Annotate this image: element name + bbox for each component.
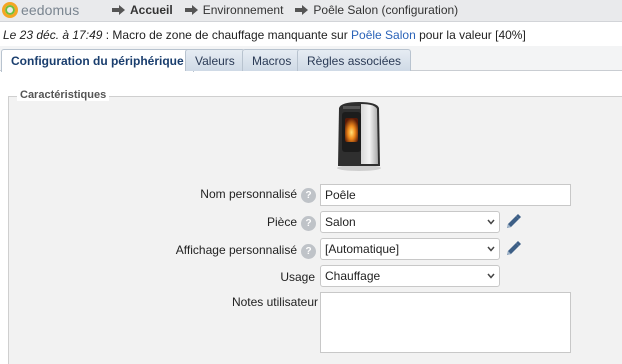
tab-configuration[interactable]: Configuration du périphérique xyxy=(1,49,194,72)
breadcrumb: Accueil Environnement Poêle Salon (confi… xyxy=(112,3,458,17)
pencil-icon[interactable] xyxy=(504,240,522,258)
notification-text-after: pour la valeur [40%] xyxy=(415,28,526,42)
top-bar: eedomus Accueil Environnement Poêle Salo… xyxy=(0,0,622,22)
tab-associated-rules[interactable]: Règles associées xyxy=(297,49,412,71)
usage-select-value: Chauffage xyxy=(325,269,381,283)
breadcrumb-item-home[interactable]: Accueil xyxy=(112,3,173,17)
display-label: Affichage personnalisé xyxy=(175,243,297,257)
breadcrumb-item-device[interactable]: Poêle Salon (configuration) xyxy=(295,3,458,17)
usage-select[interactable]: Chauffage xyxy=(320,265,500,287)
room-label: Pièce xyxy=(266,215,297,229)
name-input[interactable]: Poêle xyxy=(320,184,571,206)
chevron-down-icon xyxy=(487,273,495,279)
notes-textarea[interactable] xyxy=(320,292,571,353)
logo-text: eedomus xyxy=(21,2,80,18)
name-label: Nom personnalisé xyxy=(200,187,297,201)
breadcrumb-label: Environnement xyxy=(202,3,284,17)
pencil-icon[interactable] xyxy=(504,213,522,231)
display-select[interactable]: [Automatique] xyxy=(320,238,500,260)
notes-label: Notes utilisateur xyxy=(231,295,318,309)
tab-values[interactable]: Valeurs xyxy=(185,49,245,71)
room-select-value: Salon xyxy=(325,215,356,229)
breadcrumb-label: Accueil xyxy=(130,3,173,17)
usage-label: Usage xyxy=(280,270,315,284)
arrow-right-icon xyxy=(295,5,309,15)
tab-macros[interactable]: Macros xyxy=(242,49,302,71)
question-icon[interactable]: ? xyxy=(301,188,316,203)
question-icon[interactable]: ? xyxy=(301,216,316,231)
breadcrumb-label: Poêle Salon (configuration) xyxy=(313,3,459,17)
logo[interactable]: eedomus xyxy=(2,2,79,18)
chevron-down-icon xyxy=(487,219,495,225)
notification-device-link[interactable]: Poêle Salon xyxy=(351,28,416,42)
stove-device-image xyxy=(337,102,381,171)
breadcrumb-item-environment[interactable]: Environnement xyxy=(184,3,284,17)
notification-message: Le 23 déc. à 17:49 : Macro de zone de ch… xyxy=(0,23,622,45)
notification-text-before: : Macro de zone de chauffage manquante s… xyxy=(102,28,352,42)
notification-time: Le 23 déc. à 17:49 xyxy=(3,28,103,42)
tab-bar: Configuration du périphérique Valeurs Ma… xyxy=(0,46,622,72)
chevron-down-icon xyxy=(487,246,495,252)
logo-ring-icon xyxy=(2,2,18,18)
display-select-value: [Automatique] xyxy=(325,242,400,256)
section-legend: Caractéristiques xyxy=(17,89,110,101)
question-icon[interactable]: ? xyxy=(301,244,316,259)
arrow-right-icon xyxy=(184,5,199,15)
room-select[interactable]: Salon xyxy=(320,211,500,233)
arrow-right-icon xyxy=(112,5,126,15)
